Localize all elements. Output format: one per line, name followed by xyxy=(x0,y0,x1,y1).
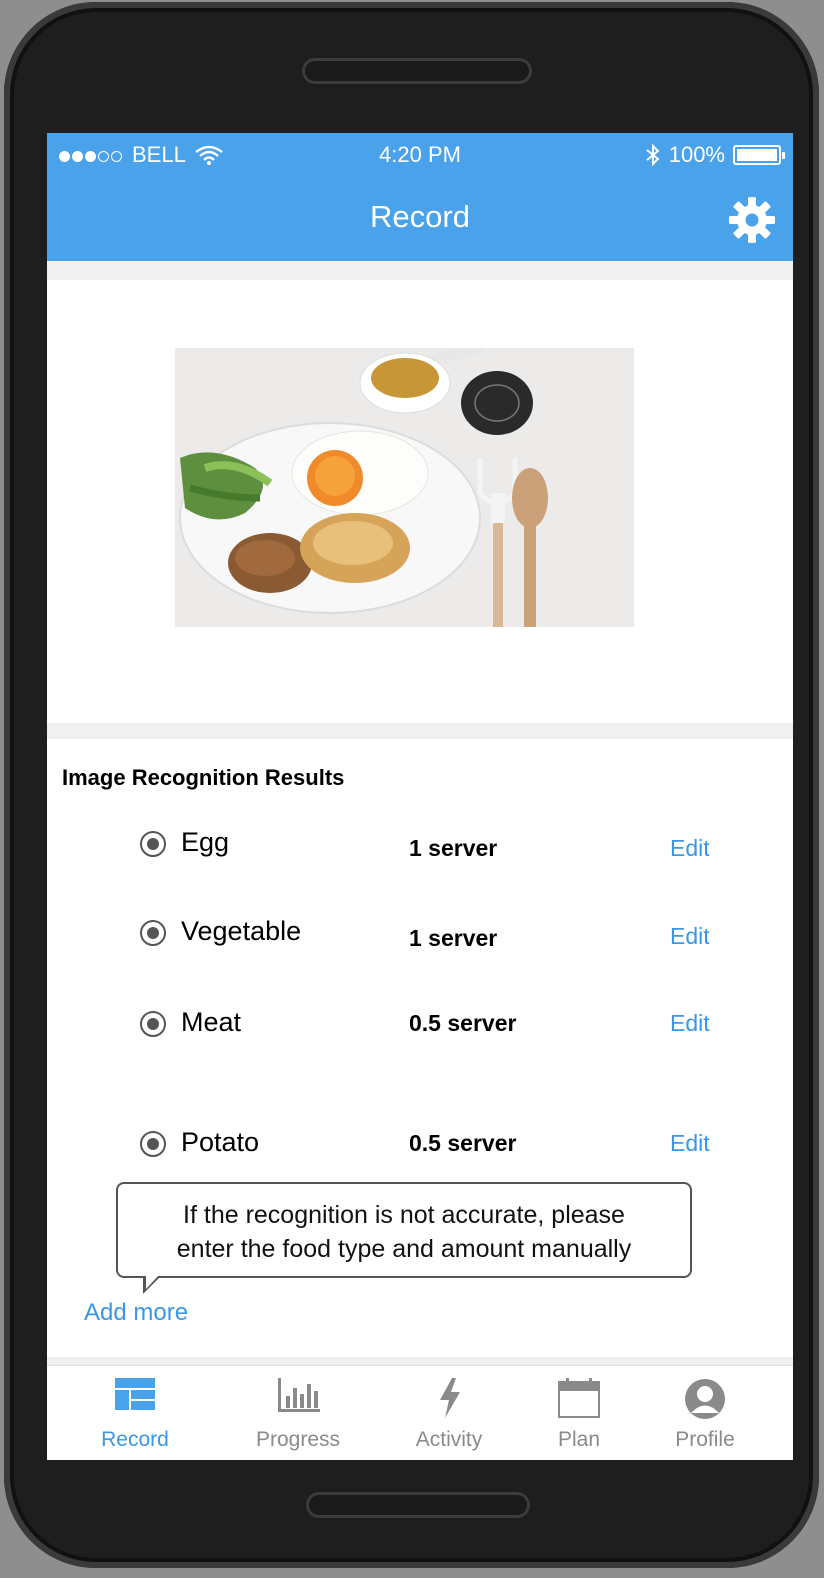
tab-label: Progress xyxy=(255,1428,341,1451)
food-name: Vegetable xyxy=(181,916,302,946)
food-name: Potato xyxy=(181,1127,260,1157)
edit-link-meat[interactable]: Edit xyxy=(670,1010,710,1037)
user-icon xyxy=(685,1379,725,1419)
food-photo[interactable] xyxy=(175,348,634,627)
food-photo-illustration xyxy=(175,348,634,627)
food-amount: 1 server xyxy=(409,835,498,861)
tab-label: Activity xyxy=(415,1428,483,1451)
phone-frame: BELL 4:20 PM 100% Record Image Recogniti… xyxy=(4,2,819,1568)
home-bar xyxy=(306,1492,530,1518)
food-name: Meat xyxy=(181,1007,242,1037)
tab-label: Record xyxy=(101,1428,169,1451)
tooltip-tail-fill xyxy=(146,1275,159,1289)
tab-bar: Record Progress Activity Plan Profile xyxy=(47,1365,793,1460)
tab-progress[interactable]: Progress xyxy=(223,1366,373,1460)
screen: BELL 4:20 PM 100% Record Image Recogniti… xyxy=(47,133,793,1460)
result-item-potato: Potato 0.5 server Edit xyxy=(47,1127,793,1171)
photo-card xyxy=(47,280,793,723)
battery-icon xyxy=(733,145,785,165)
tab-record[interactable]: Record xyxy=(60,1366,210,1460)
calendar-icon xyxy=(558,1378,600,1418)
food-amount: 0.5 server xyxy=(409,1010,517,1036)
edit-link-potato[interactable]: Edit xyxy=(670,1130,710,1157)
food-amount: 1 server xyxy=(409,925,498,951)
food-name: Egg xyxy=(181,827,230,857)
nav-bar: Record xyxy=(47,175,793,261)
result-item-meat: Meat 0.5 server Edit xyxy=(47,1007,793,1051)
food-amount: 0.5 server xyxy=(409,1130,517,1156)
top-speaker xyxy=(302,58,532,84)
radio-button-egg[interactable] xyxy=(140,831,166,857)
status-right: 100% xyxy=(645,142,785,168)
result-item-vegetable: Vegetable 1 server Edit xyxy=(47,916,793,960)
lightning-icon xyxy=(440,1378,460,1418)
tooltip-line-1: If the recognition is not accurate, plea… xyxy=(183,1201,625,1229)
section-title: Image Recognition Results xyxy=(62,765,345,790)
page-title: Record xyxy=(370,199,470,234)
tab-profile[interactable]: Profile xyxy=(630,1366,780,1460)
tab-activity[interactable]: Activity xyxy=(374,1366,524,1460)
gear-icon[interactable] xyxy=(727,195,777,245)
bar-chart-icon xyxy=(278,1378,320,1412)
status-bar: BELL 4:20 PM 100% xyxy=(47,133,793,175)
tooltip-line-2: enter the food type and amount manually xyxy=(176,1235,632,1263)
recognition-results: Image Recognition Results Egg 1 server E… xyxy=(47,739,793,1357)
bluetooth-icon xyxy=(646,144,660,166)
radio-button-meat[interactable] xyxy=(140,1011,166,1037)
dashboard-icon xyxy=(115,1378,155,1410)
result-item-egg: Egg 1 server Edit xyxy=(47,827,793,871)
radio-button-vegetable[interactable] xyxy=(140,920,166,946)
manual-entry-tooltip: If the recognition is not accurate, plea… xyxy=(116,1182,692,1278)
edit-link-vegetable[interactable]: Edit xyxy=(670,923,710,950)
tab-label: Profile xyxy=(675,1428,735,1451)
battery-percent: 100% xyxy=(668,142,725,167)
add-more-link[interactable]: Add more xyxy=(84,1299,188,1327)
radio-button-potato[interactable] xyxy=(140,1131,166,1157)
edit-link-egg[interactable]: Edit xyxy=(670,835,710,862)
